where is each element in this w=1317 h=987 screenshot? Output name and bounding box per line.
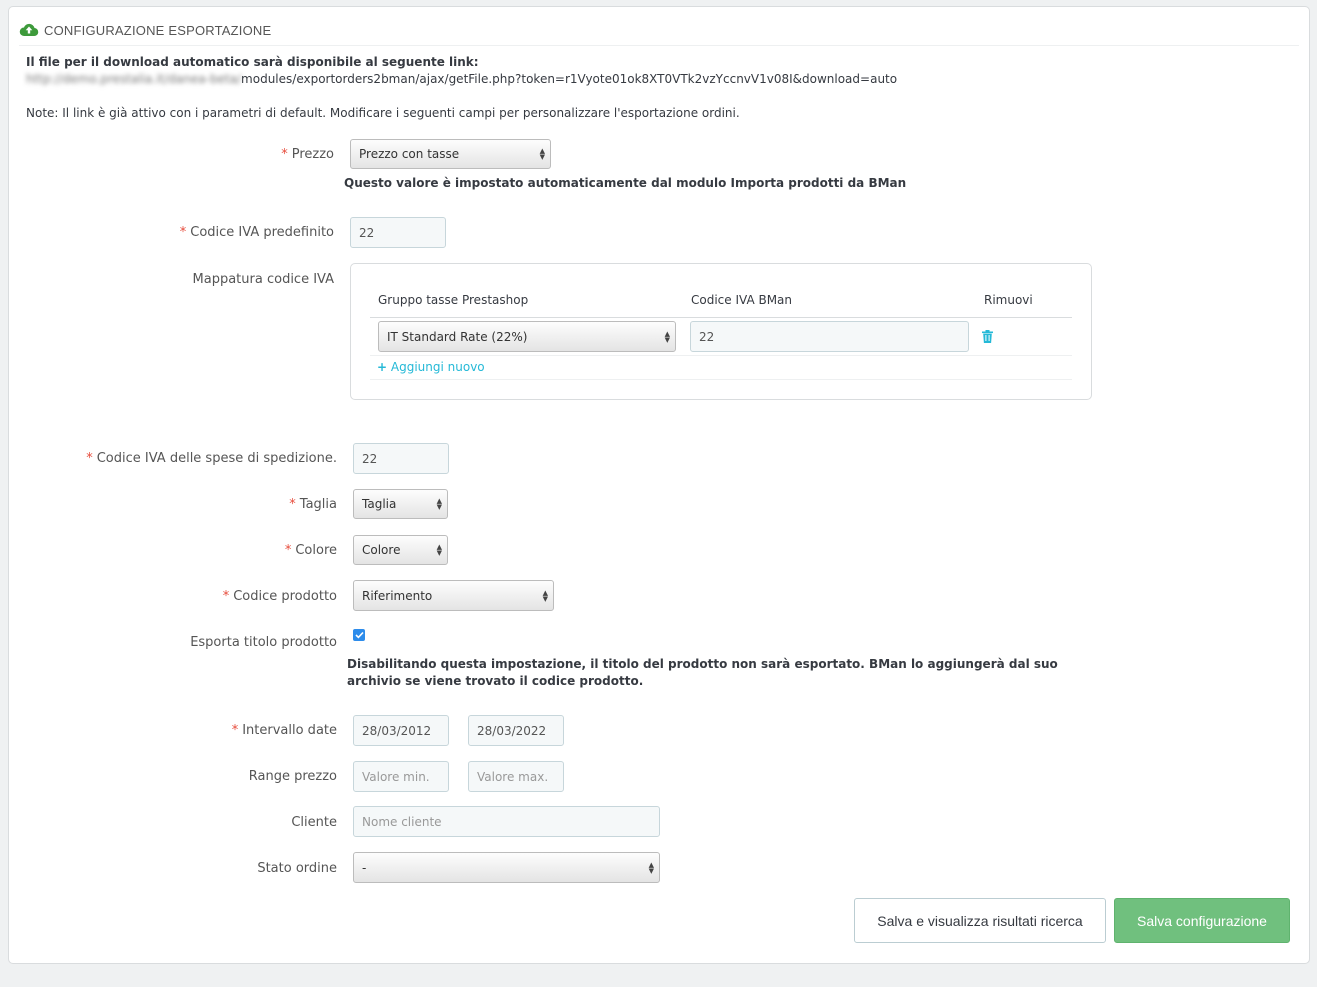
select-arrows-icon: ▲ ▼ [436,543,442,557]
colore-label: * Colore [284,543,337,558]
mappatura-table: Gruppo tasse Prestashop Codice IVA BMan … [350,263,1092,400]
select-arrows-icon: ▲ ▼ [542,588,548,603]
table-bottom-divider [370,379,1072,380]
col-codice-header: Codice IVA BMan [691,293,793,307]
price-min-input[interactable]: Valore min. [353,761,449,792]
check-icon [354,631,364,639]
aggiungi-nuovo-link[interactable]: + Aggiungi nuovo [377,360,485,374]
save-config-button[interactable]: Salva configurazione [1114,898,1290,943]
codice-iva-bman-input[interactable]: 22 [690,321,969,352]
trash-icon[interactable] [982,330,993,343]
cliente-input[interactable]: Nome cliente [353,806,660,837]
panel-heading: CONFIGURAZIONE ESPORTAZIONE [19,15,1299,46]
codice-prodotto-select[interactable]: Riferimento ▲ ▼ [353,580,554,611]
prezzo-help: Questo valore è impostato automaticament… [344,176,907,190]
gruppo-tasse-select[interactable]: IT Standard Rate (22%) ▲ ▼ [378,321,676,352]
date-to-input[interactable]: 28/03/2022 [468,715,564,746]
mappatura-label: Mappatura codice IVA [192,272,334,287]
download-link[interactable]: http://demo.prestalia.it/danea-beta/modu… [26,72,897,86]
cliente-label: Cliente [291,815,337,830]
table-row-divider [370,355,1072,356]
esporta-titolo-help-2: archivio se viene trovato il codice prod… [347,674,644,688]
note-text: Note: Il link è già attivo con i paramet… [26,106,740,120]
taglia-label: * Taglia [289,497,337,512]
select-arrows-icon: ▲ ▼ [664,329,670,344]
download-link-intro: Il file per il download automatico sarà … [26,55,479,69]
colore-select[interactable]: Colore ▲ ▼ [353,535,448,565]
panel-title: CONFIGURAZIONE ESPORTAZIONE [44,22,272,38]
spedizione-input[interactable]: 22 [353,443,449,474]
esporta-titolo-checkbox[interactable] [353,629,365,641]
codice-prodotto-label: * Codice prodotto [222,589,337,604]
prezzo-select[interactable]: Prezzo con tasse ▲ ▼ [350,139,551,169]
stato-ordine-label: Stato ordine [257,861,337,876]
select-arrows-icon: ▲ ▼ [539,147,545,161]
save-and-search-button[interactable]: Salva e visualizza risultati ricerca [854,898,1106,943]
price-max-input[interactable]: Valore max. [468,761,564,792]
download-link-host: http://demo.prestalia.it/danea-beta/ [26,72,242,86]
intervallo-label: * Intervallo date [231,723,337,738]
codice-iva-label: * Codice IVA predefinito [179,225,334,240]
table-header-divider [370,317,1072,318]
prezzo-label: * Prezzo [281,147,334,162]
spedizione-label: * Codice IVA delle spese di spedizione. [86,451,337,466]
esporta-titolo-label: Esporta titolo prodotto [190,635,337,650]
select-arrows-icon: ▲ ▼ [648,860,654,875]
download-link-path: modules/exportorders2bman/ajax/getFile.p… [241,72,898,86]
select-arrows-icon: ▲ ▼ [436,497,442,511]
plus-icon: + [377,360,388,374]
codice-iva-input[interactable]: 22 [350,217,446,248]
stato-ordine-select[interactable]: - ▲ ▼ [353,852,660,883]
col-gruppo-header: Gruppo tasse Prestashop [378,293,529,307]
taglia-select[interactable]: Taglia ▲ ▼ [353,489,448,519]
col-rimuovi-header: Rimuovi [984,293,1033,307]
esporta-titolo-help-1: Disabilitando questa impostazione, il ti… [347,657,1058,671]
date-from-input[interactable]: 28/03/2012 [353,715,449,746]
cloud-upload-icon [19,23,39,37]
range-prezzo-label: Range prezzo [248,769,337,784]
required-marker: * [281,147,288,162]
